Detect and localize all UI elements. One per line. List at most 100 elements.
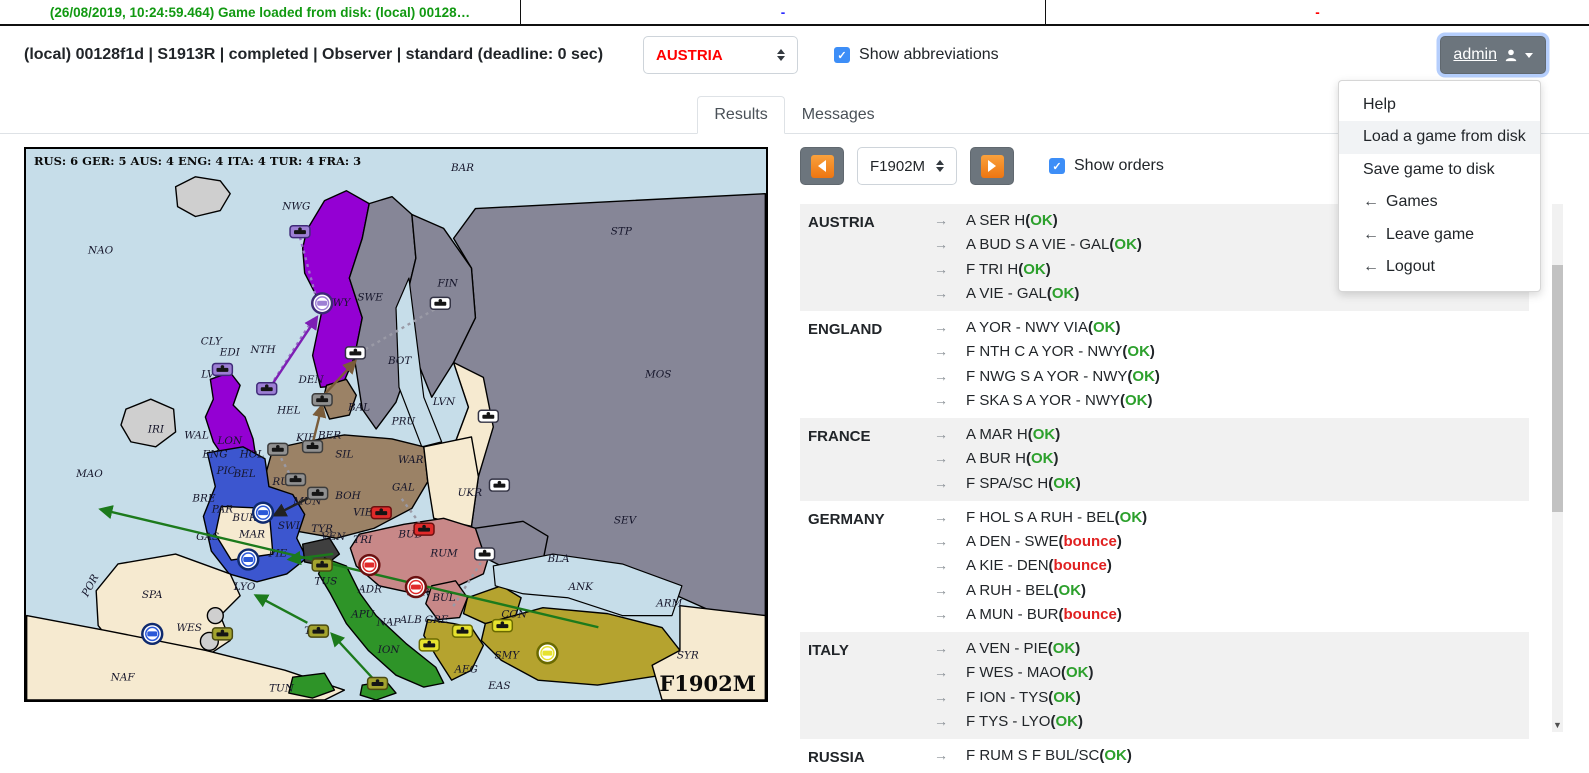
map-label-ven: VEN: [321, 531, 346, 543]
order-result: OK: [1055, 712, 1078, 732]
unit-marker-austria: [359, 555, 379, 575]
order-row: →F WES - MAO (OK): [930, 663, 1094, 683]
order-text: A SER H: [966, 211, 1025, 231]
show-orders-label: Show orders: [1074, 157, 1164, 175]
power-select[interactable]: AUSTRIA: [643, 36, 798, 74]
map-label-swi: SWI: [278, 520, 301, 532]
scrollbar-thumb[interactable]: [1552, 265, 1563, 512]
right-arrow-icon: →: [930, 663, 966, 682]
order-text: A VEN - PIE: [966, 639, 1048, 659]
phase-select[interactable]: F1902M: [857, 147, 957, 185]
map-label-eng: ENG: [202, 449, 228, 461]
diplomacy-map[interactable]: RUS: 6 GER: 5 AUS: 4 ENG: 4 ITA: 4 TUR: …: [24, 147, 768, 702]
right-arrow-icon: →: [930, 318, 966, 337]
map-label-edi: EDI: [219, 347, 241, 359]
power-name: FRANCE: [808, 425, 930, 494]
order-text: F TRI H: [966, 260, 1018, 280]
right-arrow-icon: →: [930, 342, 966, 361]
unit-marker-italy: [212, 628, 232, 640]
map-label-mao: MAO: [75, 468, 103, 480]
order-text: A BUD S A VIE - GAL: [966, 235, 1109, 255]
right-arrow-icon: →: [930, 688, 966, 707]
status-message: (26/08/2019, 10:24:59.464) Game loaded f…: [0, 0, 521, 24]
power-block-france: FRANCE→A MAR H (OK)→A BUR H (OK)→F SPA/S…: [800, 418, 1529, 501]
power-name: ENGLAND: [808, 318, 930, 411]
show-orders-group[interactable]: ✓ Show orders: [1049, 157, 1164, 175]
map-label-iri: IRI: [147, 424, 165, 436]
unit-marker-germany: [268, 443, 288, 455]
map-label-ukr: UKR: [458, 487, 483, 499]
orders-scrollbar[interactable]: ▼: [1552, 204, 1563, 732]
unit-marker-germany: [308, 487, 328, 499]
order-result: bounce: [1054, 556, 1107, 576]
menu-item-load-a-game-from-disk[interactable]: Load a game from disk: [1339, 121, 1540, 153]
order-text: F ION - TYS: [966, 688, 1048, 708]
unit-marker-turkey: [537, 643, 557, 663]
map-label-adr: ADR: [357, 584, 382, 596]
unit-marker-italy: [368, 678, 388, 690]
map-label-gre: GRE: [425, 614, 449, 626]
left-arrow-icon: ←: [1363, 258, 1379, 275]
right-arrow-icon: →: [930, 581, 966, 600]
next-phase-button[interactable]: [970, 147, 1014, 185]
power-block-italy: ITALY→A VEN - PIE (OK)→F WES - MAO (OK)→…: [800, 632, 1529, 739]
show-abbreviations-group[interactable]: ✓ Show abbreviations: [834, 46, 999, 64]
order-text: A MAR H: [966, 425, 1028, 445]
show-orders-checkbox[interactable]: ✓: [1049, 158, 1065, 174]
right-arrow-icon: →: [930, 260, 966, 279]
select-updown-icon: [936, 160, 944, 172]
order-text: F RUM S F BUL/SC: [966, 746, 1099, 766]
unit-marker-england: [212, 363, 232, 375]
map-label-hel: HEL: [276, 404, 301, 416]
map-label-mar: MAR: [238, 528, 265, 540]
tab-results[interactable]: Results: [697, 96, 784, 134]
order-text: A RUH - BEL: [966, 581, 1054, 601]
menu-item-help[interactable]: Help: [1339, 89, 1540, 121]
menu-item-logout[interactable]: ←Logout: [1339, 251, 1540, 283]
right-arrow-icon: →: [930, 474, 966, 493]
right-arrow-icon: →: [930, 449, 966, 468]
menu-item-save-game-to-disk[interactable]: Save game to disk: [1339, 154, 1540, 186]
map-label-naf: NAF: [110, 672, 136, 684]
map-label-sil: SIL: [335, 449, 353, 461]
map-label-mos: MOS: [644, 369, 671, 381]
map-svg: BARNWGNAOSTPFINNWYSWENTHBOTMOSDENHELBALL…: [26, 149, 766, 700]
unit-marker-england: [257, 383, 277, 395]
unit-marker-germany: [286, 474, 306, 486]
user-menu-button[interactable]: admin: [1440, 36, 1546, 74]
status-right: -: [1046, 0, 1589, 24]
order-row: →F TYS - LYO (OK): [930, 712, 1094, 732]
map-label-nwg: NWG: [281, 201, 310, 213]
map-label-tun: TUN: [269, 683, 295, 695]
order-result: OK: [1114, 235, 1137, 255]
power-block-england: ENGLAND→A YOR - NWY VIA (OK)→F NTH C A Y…: [800, 311, 1529, 418]
show-abbreviations-checkbox[interactable]: ✓: [834, 47, 850, 63]
map-label-swe: SWE: [357, 292, 383, 304]
map-label-bla: BLA: [546, 553, 569, 565]
map-label-syr: SYR: [677, 650, 699, 662]
order-row: →A RUH - BEL (OK): [930, 581, 1147, 601]
order-text: A VIE - GAL: [966, 284, 1047, 304]
prev-phase-button[interactable]: [800, 147, 844, 185]
left-triangle-icon: [811, 155, 834, 178]
unit-marker-italy: [309, 625, 329, 637]
order-text: F TYS - LYO: [966, 712, 1050, 732]
tab-messages[interactable]: Messages: [785, 96, 892, 134]
menu-item-leave-game[interactable]: ←Leave game: [1339, 219, 1540, 251]
order-text: F SKA S A YOR - NWY: [966, 391, 1120, 411]
map-label-fin: FIN: [436, 278, 458, 290]
order-text: F NWG S A YOR - NWY: [966, 367, 1127, 387]
order-result: OK: [1132, 367, 1155, 387]
order-row: →A BUD S A VIE - GAL (OK): [930, 235, 1142, 255]
order-text: A DEN - SWE: [966, 532, 1059, 552]
unit-marker-turkey: [453, 625, 473, 637]
menu-item-games[interactable]: ←Games: [1339, 186, 1540, 218]
right-arrow-icon: →: [930, 235, 966, 254]
map-label-hol: HOL: [239, 449, 265, 461]
order-result: OK: [1125, 391, 1148, 411]
scrollbar-down-arrow[interactable]: ▼: [1552, 720, 1563, 730]
map-label-spa: SPA: [142, 589, 163, 601]
order-text: F WES - MAO: [966, 663, 1061, 683]
order-result: OK: [1030, 211, 1053, 231]
power-name: RUSSIA: [808, 746, 930, 766]
